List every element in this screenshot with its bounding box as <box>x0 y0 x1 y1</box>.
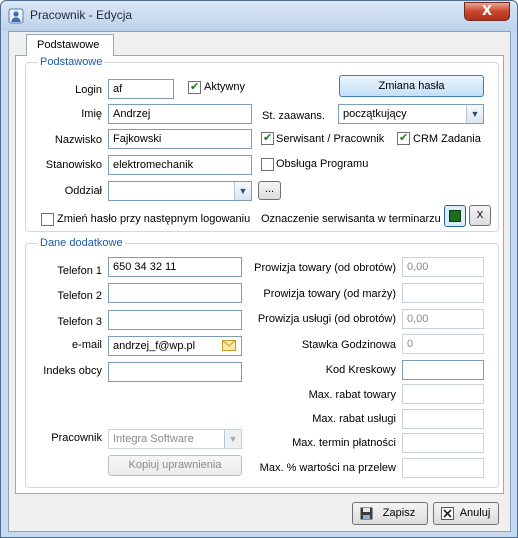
phone1-input[interactable]: 650 34 32 11 <box>108 257 242 277</box>
max-payment-term-label: Max. termin płatności <box>292 437 396 449</box>
serviceman-checkbox[interactable] <box>261 131 274 145</box>
basic-group-title: Podstawowe <box>38 56 105 68</box>
save-label: Zapisz <box>382 507 416 519</box>
cancel-icon <box>441 507 454 520</box>
tab-label: Podstawowe <box>37 39 100 51</box>
tab-podstawowe[interactable]: Podstawowe <box>26 34 114 56</box>
barcode-label: Kod Kreskowy <box>325 364 396 376</box>
phone1-label: Telefon 1 <box>57 265 102 277</box>
email-value: andrzej_f@wp.pl <box>113 340 196 352</box>
branch-browse-button[interactable]: ... <box>258 181 281 200</box>
max-transfer-percent-input[interactable] <box>402 458 484 478</box>
level-select[interactable]: początkujący ▼ <box>338 104 484 124</box>
position-input[interactable]: elektromechanik <box>108 155 252 175</box>
comm-services-label: Prowizja usługi (od obrotów) <box>257 313 396 325</box>
color-swatch <box>449 210 461 222</box>
save-button[interactable]: Zapisz <box>352 502 428 525</box>
phone3-label: Telefon 3 <box>57 316 102 328</box>
max-payment-term-input[interactable] <box>402 433 484 453</box>
comm-goods-turnover-input[interactable]: 0,00 <box>402 257 484 277</box>
terminal-mark-label: Oznaczenie serwisanta w terminarzu <box>261 213 441 225</box>
foreign-index-label: Indeks obcy <box>43 365 102 377</box>
crm-checkbox[interactable] <box>397 131 410 145</box>
title-bar: Pracownik - Edycja X <box>1 1 517 31</box>
foreign-index-input[interactable] <box>108 362 242 382</box>
login-input[interactable]: af <box>108 79 174 99</box>
chevron-down-icon: ▼ <box>466 105 483 123</box>
max-discount-goods-label: Max. rabat towary <box>308 389 396 401</box>
max-transfer-percent-label: Max. % wartości na przelew <box>259 462 396 474</box>
email-label: e-mail <box>72 339 102 351</box>
serviceman-label: Serwisant / Pracownik <box>276 133 385 145</box>
phone2-label: Telefon 2 <box>57 290 102 302</box>
position-label: Stanowisko <box>45 159 102 171</box>
change-password-button[interactable]: Zmiana hasła <box>339 75 484 97</box>
employee-select: Integra Software ▼ <box>108 429 242 449</box>
last-name-input[interactable]: Fajkowski <box>108 129 252 149</box>
phone3-input[interactable] <box>108 310 242 330</box>
crm-label: CRM Zadania <box>413 133 481 145</box>
level-label: St. zaawans. <box>262 110 325 122</box>
last-name-label: Nazwisko <box>54 134 102 146</box>
employee-value: Integra Software <box>113 433 194 445</box>
terminal-color-button[interactable] <box>444 205 466 227</box>
cancel-label: Anuluj <box>459 507 491 519</box>
first-name-input[interactable]: Andrzej <box>108 104 252 124</box>
login-label: Login <box>75 84 102 96</box>
max-discount-services-input[interactable] <box>402 409 484 429</box>
terminal-clear-button[interactable]: X <box>469 205 491 226</box>
first-name-label: Imię <box>81 108 102 120</box>
comm-goods-margin-input[interactable] <box>402 283 484 303</box>
change-password-next-login-label: Zmień hasło przy następnym logowaniu <box>57 213 251 225</box>
copy-permissions-button: Kopiuj uprawnienia <box>108 455 242 476</box>
comm-services-input[interactable]: 0,00 <box>402 309 484 329</box>
program-support-label: Obsługa Programu <box>276 158 369 170</box>
active-checkbox[interactable] <box>188 80 201 94</box>
barcode-input[interactable] <box>402 360 484 380</box>
close-icon: X <box>481 4 493 19</box>
close-button[interactable]: X <box>464 2 510 21</box>
max-discount-services-label: Max. rabat usługi <box>312 413 396 425</box>
window-title: Pracownik - Edycja <box>30 8 133 22</box>
hourly-rate-input[interactable]: 0 <box>402 334 484 354</box>
branch-select[interactable]: ▼ <box>108 181 252 201</box>
chevron-down-icon: ▼ <box>234 182 251 200</box>
comm-goods-margin-label: Prowizja towary (od marży) <box>263 288 396 300</box>
extra-group-title: Dane dodatkowe <box>38 237 125 249</box>
level-value: początkujący <box>343 108 407 120</box>
max-discount-goods-input[interactable] <box>402 384 484 404</box>
phone2-input[interactable] <box>108 283 242 303</box>
comm-goods-turnover-label: Prowizja towary (od obrotów) <box>254 262 396 274</box>
cancel-button[interactable]: Anuluj <box>433 502 499 525</box>
active-label: Aktywny <box>204 81 245 93</box>
employee-label: Pracownik <box>51 432 102 444</box>
branch-label: Oddział <box>64 185 102 197</box>
floppy-disk-icon <box>360 507 373 520</box>
hourly-rate-label: Stawka Godzinowa <box>301 339 396 351</box>
change-password-next-login-checkbox[interactable] <box>41 213 54 226</box>
program-support-checkbox[interactable] <box>261 158 274 171</box>
app-icon <box>8 8 24 24</box>
